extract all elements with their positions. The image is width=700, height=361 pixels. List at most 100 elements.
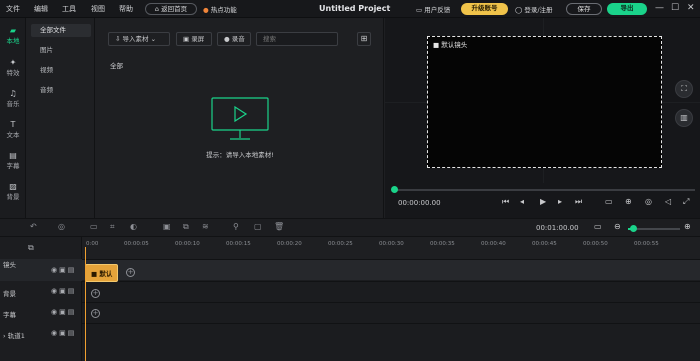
ruler-tick: 00:00:10 [175,241,200,247]
record-screen-button[interactable]: ▣ 录屏 [176,32,212,46]
timeline-ruler[interactable]: 0:00 00:00:05 00:00:10 00:00:15 00:00:20… [82,237,700,259]
menu-edit[interactable]: 编辑 [34,4,48,14]
timeline-clip[interactable]: ■ 默认 [85,264,118,282]
add-track-icon[interactable]: ⧉ [28,243,34,253]
undo-icon[interactable]: ↶ [30,222,37,231]
menu-view[interactable]: 视图 [91,4,105,14]
rail-item-text[interactable]: T 文本 [0,120,26,139]
subnav-all-files[interactable]: 全部文件 [31,24,91,37]
timeline-duration: 00:01:00.00 [536,224,579,232]
screen-icon[interactable]: ▭ [605,197,613,206]
zoom-in-icon[interactable]: ⊕ [684,222,691,231]
transition-icon[interactable]: ⧉ [183,222,189,232]
clip-label: ■ 默认 [91,268,112,278]
caption-icon: ▤ [9,151,17,160]
title-bar: 文件 编辑 工具 视图 帮助 ⌂ 返回首页 ● 热点功能 Untitled Pr… [0,0,700,18]
subnav-audio[interactable]: 音频 [31,84,91,97]
edit-icon[interactable]: ▣ [163,222,171,231]
flame-icon: ● [203,6,209,14]
chevron-right-icon[interactable]: › [3,332,6,340]
rail-item-effects[interactable]: ✦ 特效 [0,58,26,77]
prev-frame-icon[interactable]: ◂ [520,197,524,206]
rail-label: 文本 [6,131,20,139]
menu-file[interactable]: 文件 [6,4,20,14]
add-background-icon[interactable]: + [91,289,100,298]
feedback-link[interactable]: ▭ 用户反馈 [416,4,450,14]
track-lane-caption[interactable] [82,302,700,323]
snapshot-icon[interactable]: ◎ [645,197,652,206]
save-button[interactable]: 保存 [566,3,602,15]
clip-label-text: 默认 [99,270,113,278]
upgrade-button[interactable]: 升级账号 [461,3,508,15]
import-label: 导入素材 [122,35,149,43]
layers-icon[interactable]: ≋ [202,222,209,231]
preview-progress-bar[interactable] [393,189,695,191]
import-media-button[interactable]: ⇩ 导入素材 ⌄ [108,32,170,46]
skip-end-icon[interactable]: ⏭ [575,197,582,207]
redo-icon[interactable]: ◎ [58,222,65,231]
track-controls-icon[interactable]: ◉▣▤ [51,329,76,337]
record-screen-label: 录屏 [191,35,205,43]
track-lane-track1[interactable] [82,323,700,344]
rail-item-music[interactable]: ♫ 音乐 [0,89,26,108]
monitor-icon [211,97,269,140]
track-header-background: 背景 ◉▣▤ [0,281,82,302]
timeline-toolbar: ↶ ◎ ▭ ⌗ ◐ ▣ ⧉ ≋ ⚲ ▢ 🗑 00:01:00.00 ▭ ⊖ ⊕ [0,218,700,237]
copy-icon[interactable]: ▢ [254,222,262,231]
export-button[interactable]: 导出 [607,3,647,15]
track-controls-icon[interactable]: ◉▣▤ [51,266,76,274]
skip-start-icon[interactable]: ⏮ [502,197,509,207]
chevron-down-icon: ⌄ [150,35,157,43]
record-audio-button[interactable]: ● 录音 [217,32,251,46]
menu-help[interactable]: 帮助 [119,4,133,14]
preview-progress-handle[interactable] [391,186,398,193]
track-lane-camera[interactable] [82,259,700,280]
subnav-images[interactable]: 图片 [31,44,91,57]
lock-icon[interactable]: ▥ [675,109,693,127]
ripple-icon[interactable]: ⚲ [233,222,239,231]
search-input[interactable] [256,32,338,46]
menu-tools[interactable]: 工具 [62,4,76,14]
preview-timecode: 00:00:00.00 [398,199,441,207]
user-icon: ◯ [515,6,523,14]
grid-view-icon[interactable]: ⊞ [357,32,371,46]
zoom-out-icon[interactable]: ⊖ [614,222,621,231]
zoom-slider-handle[interactable] [630,225,637,232]
back-home-button[interactable]: ⌂ 返回首页 [145,3,197,15]
hot-feature-label: 热点功能 [210,6,237,14]
fullscreen-icon[interactable]: ⤢ [683,197,689,207]
mirror-icon[interactable]: ◐ [130,222,137,231]
split-icon[interactable]: ▭ [90,222,98,231]
login-link[interactable]: ◯ 登录/注册 [515,4,553,14]
track-lane-background[interactable] [82,281,700,302]
preview-canvas[interactable]: ■ 默认镜头 [427,36,662,168]
fit-timeline-icon[interactable]: ▭ [594,222,602,231]
playhead[interactable] [85,247,86,361]
subnav-video[interactable]: 视频 [31,64,91,77]
track-headers: ⧉ 镜头 ◉▣▤ 背景 ◉▣▤ 字幕 ◉▣▤ › 轨道1 ◉▣▤ [0,237,82,361]
track-controls-icon[interactable]: ◉▣▤ [51,308,76,316]
rail-label: 字幕 [6,162,20,170]
music-icon: ♫ [9,89,17,98]
delete-icon[interactable]: 🗑 [274,222,284,231]
timeline-area[interactable]: 0:00 00:00:05 00:00:10 00:00:15 00:00:20… [82,237,700,361]
close-icon[interactable]: ✕ [687,3,695,13]
rail-label: 本地 [6,37,20,45]
crop-icon[interactable]: ⌗ [110,222,115,232]
rail-label: 背景 [6,193,20,201]
rail-item-caption[interactable]: ▤ 字幕 [0,151,26,170]
maximize-icon[interactable]: ☐ [671,3,679,13]
play-icon[interactable]: ▶ [540,197,546,206]
fit-screen-icon[interactable]: ⛶ [675,80,693,98]
add-caption-icon[interactable]: + [91,309,100,318]
hot-feature-link[interactable]: ● 热点功能 [203,4,237,14]
next-frame-icon[interactable]: ▸ [558,197,562,206]
minimize-icon[interactable]: — [655,3,664,13]
rail-item-local[interactable]: ▰ 本地 [0,26,26,45]
volume-icon[interactable]: ◁ [665,197,671,206]
track-controls-icon[interactable]: ◉▣▤ [51,287,76,295]
import-icon: ⇩ [115,35,121,43]
zoom-icon[interactable]: ⊕ [625,197,632,206]
rail-item-background[interactable]: ▨ 背景 [0,182,26,201]
add-clip-icon[interactable]: + [126,268,135,277]
